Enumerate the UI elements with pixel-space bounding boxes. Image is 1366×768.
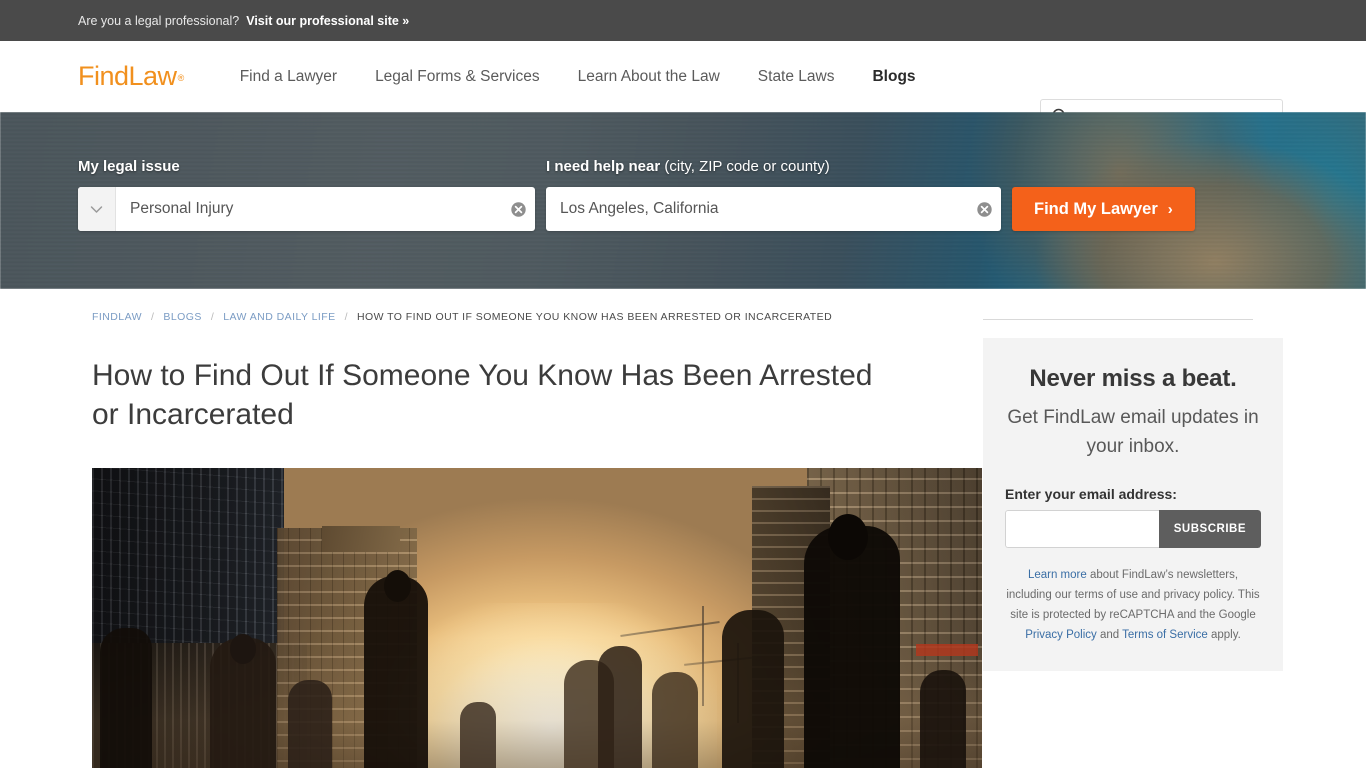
nav-item-blogs[interactable]: Blogs (872, 68, 915, 86)
newsletter-signup-box: Never miss a beat. Get FindLaw email upd… (983, 338, 1283, 671)
legal-issue-field-group: My legal issue (78, 158, 535, 231)
findlaw-logo[interactable]: FindLaw® (78, 61, 184, 92)
location-clear-icon[interactable] (967, 187, 1001, 231)
location-input-shell[interactable] (546, 187, 1001, 231)
legal-issue-label: My legal issue (78, 158, 180, 175)
newsletter-subheading: Get FindLaw email updates in your inbox. (1007, 407, 1259, 457)
article-image-building-mid-top (322, 526, 400, 552)
article-image-person (100, 628, 152, 768)
article-image-person (652, 672, 698, 768)
find-my-lawyer-label: Find My Lawyer (1034, 199, 1158, 218)
breadcrumb-item-current: HOW TO FIND OUT IF SOMEONE YOU KNOW HAS … (356, 311, 833, 323)
article-image-person-head (230, 634, 256, 664)
newsletter-email-input[interactable] (1005, 510, 1159, 548)
location-label: I need help near (city, ZIP code or coun… (546, 158, 1001, 175)
breadcrumb-item-law-and-daily-life[interactable]: LAW AND DAILY LIFE (223, 311, 335, 323)
nav-item-learn-about-the-law[interactable]: Learn About the Law (578, 68, 720, 86)
nav-item-state-laws[interactable]: State Laws (758, 68, 835, 86)
location-input[interactable] (546, 187, 967, 231)
article-hero-image (92, 468, 982, 768)
newsletter-fine-print: Learn more about FindLaw’s newsletters, … (1005, 565, 1261, 645)
article-image-person (288, 680, 332, 768)
breadcrumb-item-blogs[interactable]: BLOGS (163, 311, 201, 323)
breadcrumb-separator: / (151, 311, 155, 323)
article-image-person (460, 702, 496, 768)
article-image-person (722, 610, 784, 768)
newsletter-email-label: Enter your email address: (1005, 486, 1177, 502)
primary-nav: Find a Lawyer Legal Forms & Services Lea… (240, 68, 916, 86)
article-image-person-head (384, 570, 411, 602)
professional-question: Are you a legal professional? (78, 13, 240, 28)
learn-more-link[interactable]: Learn more (1028, 569, 1087, 581)
newsletter-heading: Never miss a beat. (1029, 365, 1237, 392)
chevron-right-icon: › (1167, 200, 1173, 218)
main-content-column: FINDLAW / BLOGS / LAW AND DAILY LIFE / H… (78, 289, 983, 768)
logo-text: FindLaw (78, 61, 177, 91)
breadcrumb: FINDLAW / BLOGS / LAW AND DAILY LIFE / H… (78, 289, 983, 323)
fine-print-part-3: apply. (1207, 629, 1241, 641)
location-label-hint: (city, ZIP code or county) (660, 158, 830, 175)
location-label-bold: I need help near (546, 158, 661, 175)
article-image-person (364, 576, 428, 768)
article-image-person (598, 646, 642, 768)
nav-item-legal-forms-services[interactable]: Legal Forms & Services (375, 68, 540, 86)
nav-item-find-a-lawyer[interactable]: Find a Lawyer (240, 68, 337, 86)
fine-print-part-2: and (1096, 629, 1123, 641)
page-body: FINDLAW / BLOGS / LAW AND DAILY LIFE / H… (0, 289, 1366, 768)
professional-site-link[interactable]: Visit our professional site » (246, 14, 409, 28)
breadcrumb-separator: / (210, 311, 215, 323)
location-field-group: I need help near (city, ZIP code or coun… (546, 158, 1001, 231)
chevron-down-icon[interactable] (78, 187, 116, 231)
page-title: How to Find Out If Someone You Know Has … (92, 359, 873, 431)
terms-of-service-link[interactable]: Terms of Service (1122, 629, 1208, 641)
article-image-person-foreground (804, 526, 900, 768)
site-header: FindLaw® Find a Lawyer Legal Forms & Ser… (0, 41, 1366, 138)
breadcrumb-item-findlaw[interactable]: FINDLAW (92, 311, 142, 323)
legal-issue-input[interactable] (116, 187, 501, 231)
find-my-lawyer-button[interactable]: Find My Lawyer › (1012, 187, 1195, 231)
privacy-policy-link[interactable]: Privacy Policy (1025, 629, 1097, 641)
newsletter-form: SUBSCRIBE (1005, 510, 1261, 548)
sidebar-divider (983, 319, 1253, 320)
logo-trademark-icon: ® (177, 73, 185, 83)
article-image-person (920, 670, 966, 768)
professional-topbar: Are you a legal professional? Visit our … (0, 0, 1366, 41)
legal-issue-input-shell[interactable] (78, 187, 535, 231)
subscribe-button[interactable]: SUBSCRIBE (1158, 510, 1261, 548)
legal-issue-clear-icon[interactable] (501, 187, 535, 231)
sidebar-column: Never miss a beat. Get FindLaw email upd… (983, 289, 1288, 768)
hero-search-banner: My legal issue Personal Injury I need he… (0, 112, 1366, 289)
breadcrumb-separator: / (344, 311, 348, 323)
article-image-person-foreground-head (828, 514, 868, 560)
